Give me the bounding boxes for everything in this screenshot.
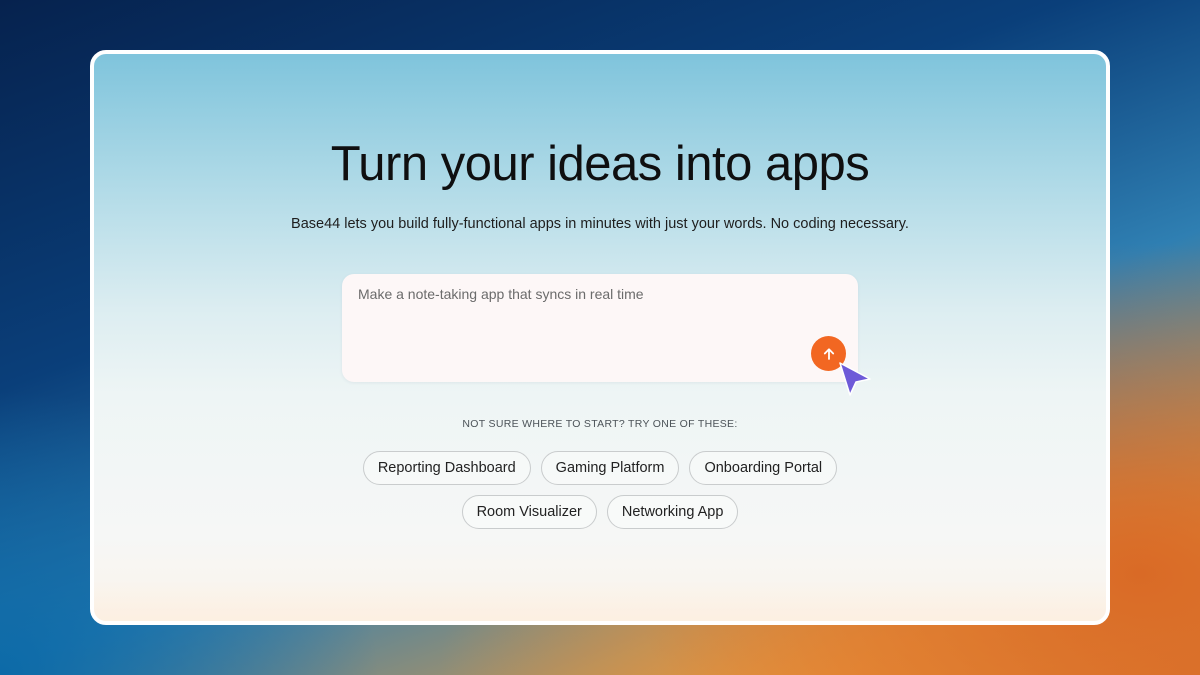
suggestion-row: Reporting Dashboard Gaming Platform Onbo… [94,451,1106,485]
suggestions-heading: NOT SURE WHERE TO START? TRY ONE OF THES… [462,418,738,430]
mouse-cursor-icon [839,362,871,396]
page-subtitle: Base44 lets you build fully-functional a… [291,216,909,232]
suggestion-row: Room Visualizer Networking App [94,495,1106,529]
app-window: Turn your ideas into apps Base44 lets yo… [90,50,1110,625]
suggestion-chip-gaming-platform[interactable]: Gaming Platform [540,451,680,485]
suggestion-chip-networking-app[interactable]: Networking App [606,495,739,529]
suggestion-chip-room-visualizer[interactable]: Room Visualizer [461,495,597,529]
arrow-up-icon [823,347,834,360]
suggestion-chip-onboarding-portal[interactable]: Onboarding Portal [689,451,838,485]
page-title: Turn your ideas into apps [330,137,870,191]
prompt-box: Make a note-taking app that syncs in rea… [342,274,858,382]
prompt-input[interactable]: Make a note-taking app that syncs in rea… [358,286,778,316]
suggestion-chip-reporting-dashboard[interactable]: Reporting Dashboard [362,451,531,485]
